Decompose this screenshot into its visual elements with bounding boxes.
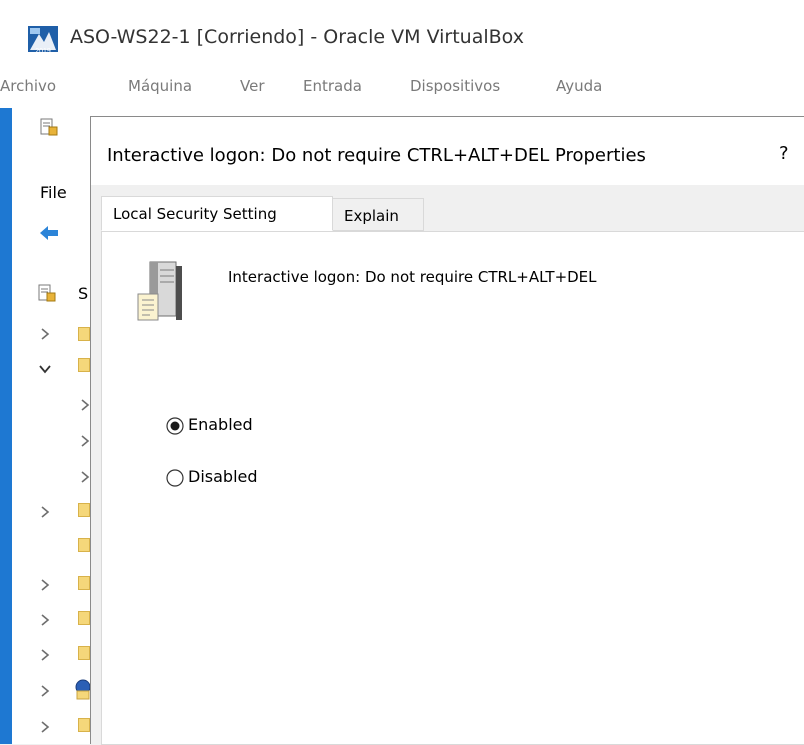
folder-icon [78, 646, 90, 660]
policy-setting-name: Interactive logon: Do not require CTRL+A… [228, 268, 597, 286]
radio-label-enabled: Enabled [188, 415, 253, 434]
help-button[interactable]: ? [779, 143, 789, 164]
dialog-title: Interactive logon: Do not require CTRL+A… [107, 145, 646, 166]
tab-label: Local Security Setting [113, 205, 277, 223]
security-policy-icon [38, 284, 56, 302]
folder-icon [78, 327, 90, 341]
dialog-body: Local Security Setting Explain Interacti… [91, 185, 804, 745]
chevron-right-icon[interactable] [38, 684, 52, 698]
dialog-title-bar[interactable]: Interactive logon: Do not require CTRL+A… [91, 117, 804, 185]
radio-unselected-icon[interactable] [166, 469, 184, 487]
radio-selected-icon[interactable] [166, 417, 184, 435]
folder-icon [78, 718, 90, 732]
chevron-right-icon[interactable] [38, 578, 52, 592]
folder-icon [78, 576, 90, 590]
chevron-right-icon[interactable] [38, 327, 52, 341]
menu-dispositivos[interactable]: Dispositivos [410, 77, 500, 95]
back-arrow-icon[interactable] [38, 224, 62, 242]
menu-file[interactable]: File [40, 183, 67, 202]
tab-label: Explain [344, 207, 399, 225]
tab-local-security-setting[interactable]: Local Security Setting [101, 196, 333, 231]
host-menu-bar: Archivo Máquina Ver Entrada Dispositivos… [0, 67, 804, 109]
security-policy-icon [40, 118, 58, 136]
chevron-right-icon[interactable] [38, 720, 52, 734]
menu-maquina[interactable]: Máquina [128, 77, 192, 95]
radio-label-disabled: Disabled [188, 467, 258, 486]
folder-icon [78, 358, 90, 372]
menu-ver[interactable]: Ver [240, 77, 265, 95]
guest-window-border [0, 108, 12, 744]
host-window-title: ASO-WS22-1 [Corriendo] - Oracle VM Virtu… [70, 26, 524, 48]
chevron-right-icon[interactable] [38, 648, 52, 662]
host-title-bar[interactable]: 2019 ASO-WS22-1 [Corriendo] - Oracle VM … [0, 0, 804, 67]
tree-root-label[interactable]: S [78, 284, 88, 303]
svg-text:2019: 2019 [35, 48, 51, 55]
menu-ayuda[interactable]: Ayuda [556, 77, 602, 95]
tab-panel-local-security-setting: Interactive logon: Do not require CTRL+A… [101, 231, 804, 745]
chevron-right-icon[interactable] [38, 505, 52, 519]
chevron-down-icon[interactable] [38, 362, 52, 376]
chevron-right-icon[interactable] [38, 613, 52, 627]
folder-icon [78, 538, 90, 552]
virtualbox-app-icon: 2019 [28, 26, 58, 55]
server-policy-icon [137, 261, 182, 321]
menu-entrada[interactable]: Entrada [303, 77, 362, 95]
folder-icon [78, 503, 90, 517]
tab-explain[interactable]: Explain [332, 198, 424, 231]
menu-archivo[interactable]: Archivo [0, 77, 56, 95]
folder-icon [78, 611, 90, 625]
properties-dialog: Interactive logon: Do not require CTRL+A… [90, 116, 804, 745]
